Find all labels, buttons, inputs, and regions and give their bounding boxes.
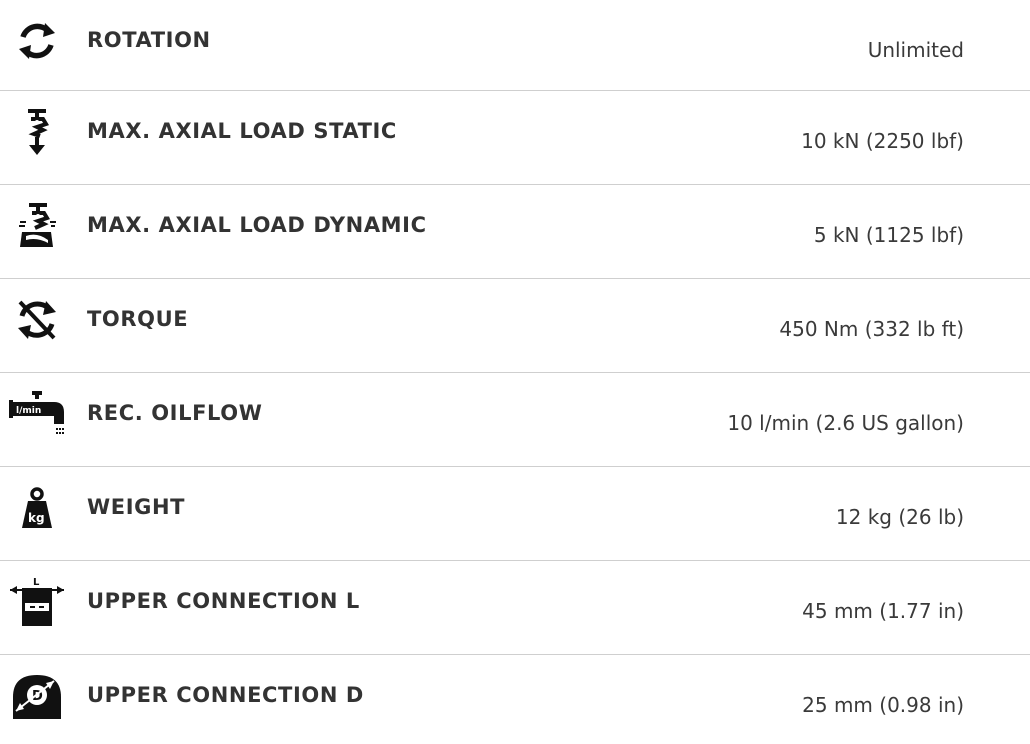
axial-load-static-icon [8, 109, 66, 155]
spec-value: 5 kN (1125 lbf) [813, 223, 964, 247]
spec-label: TORQUE [87, 307, 189, 331]
spec-label: MAX. AXIAL LOAD DYNAMIC [87, 213, 427, 237]
rotation-icon [8, 18, 66, 64]
spec-value: Unlimited [867, 38, 964, 62]
spec-label: WEIGHT [87, 495, 186, 519]
length-label-text: L [33, 577, 40, 588]
weight-unit-text: kg [28, 511, 45, 525]
spec-value: 10 kN (2250 lbf) [801, 129, 964, 153]
spec-row-axial-load-static: MAX. AXIAL LOAD STATIC 10 kN (2250 lbf) [0, 91, 1030, 185]
connection-length-icon: L [8, 577, 66, 626]
spec-row-upper-connection-d: D UPPER CONNECTION D 25 mm (0.98 in) [0, 655, 1030, 744]
spec-value: 10 l/min (2.6 US gallon) [727, 411, 964, 435]
spec-row-upper-connection-l: L UPPER CONNECTION L 45 mm (1.77 in) [0, 561, 1030, 655]
spec-label: UPPER CONNECTION D [87, 683, 364, 707]
oil-flow-tap-icon: l/min [8, 391, 66, 437]
spec-value: 450 Nm (332 lb ft) [779, 317, 964, 341]
connection-diameter-icon: D [8, 673, 66, 719]
spec-value: 25 mm (0.98 in) [802, 693, 964, 717]
spec-label: MAX. AXIAL LOAD STATIC [87, 119, 397, 143]
spec-row-torque: TORQUE 450 Nm (332 lb ft) [0, 279, 1030, 373]
torque-icon [8, 297, 66, 343]
axial-load-dynamic-icon [8, 203, 66, 249]
spec-row-axial-load-dynamic: MAX. AXIAL LOAD DYNAMIC 5 kN (1125 lbf) [0, 185, 1030, 279]
spec-value: 45 mm (1.77 in) [802, 599, 964, 623]
oil-flow-unit-text: l/min [16, 406, 41, 416]
spec-label: REC. OILFLOW [87, 401, 263, 425]
weight-icon: kg [8, 485, 66, 531]
spec-value: 12 kg (26 lb) [835, 505, 964, 529]
spec-label: UPPER CONNECTION L [87, 589, 360, 613]
spec-label: ROTATION [87, 28, 211, 52]
spec-row-rotation: ROTATION Unlimited [0, 0, 1030, 91]
spec-row-oilflow: l/min REC. OILFLOW 10 l/min (2.6 US gall… [0, 373, 1030, 467]
spec-list: ROTATION Unlimited MAX. AXIAL LOAD STATI… [0, 0, 1030, 744]
spec-row-weight: kg WEIGHT 12 kg (26 lb) [0, 467, 1030, 561]
